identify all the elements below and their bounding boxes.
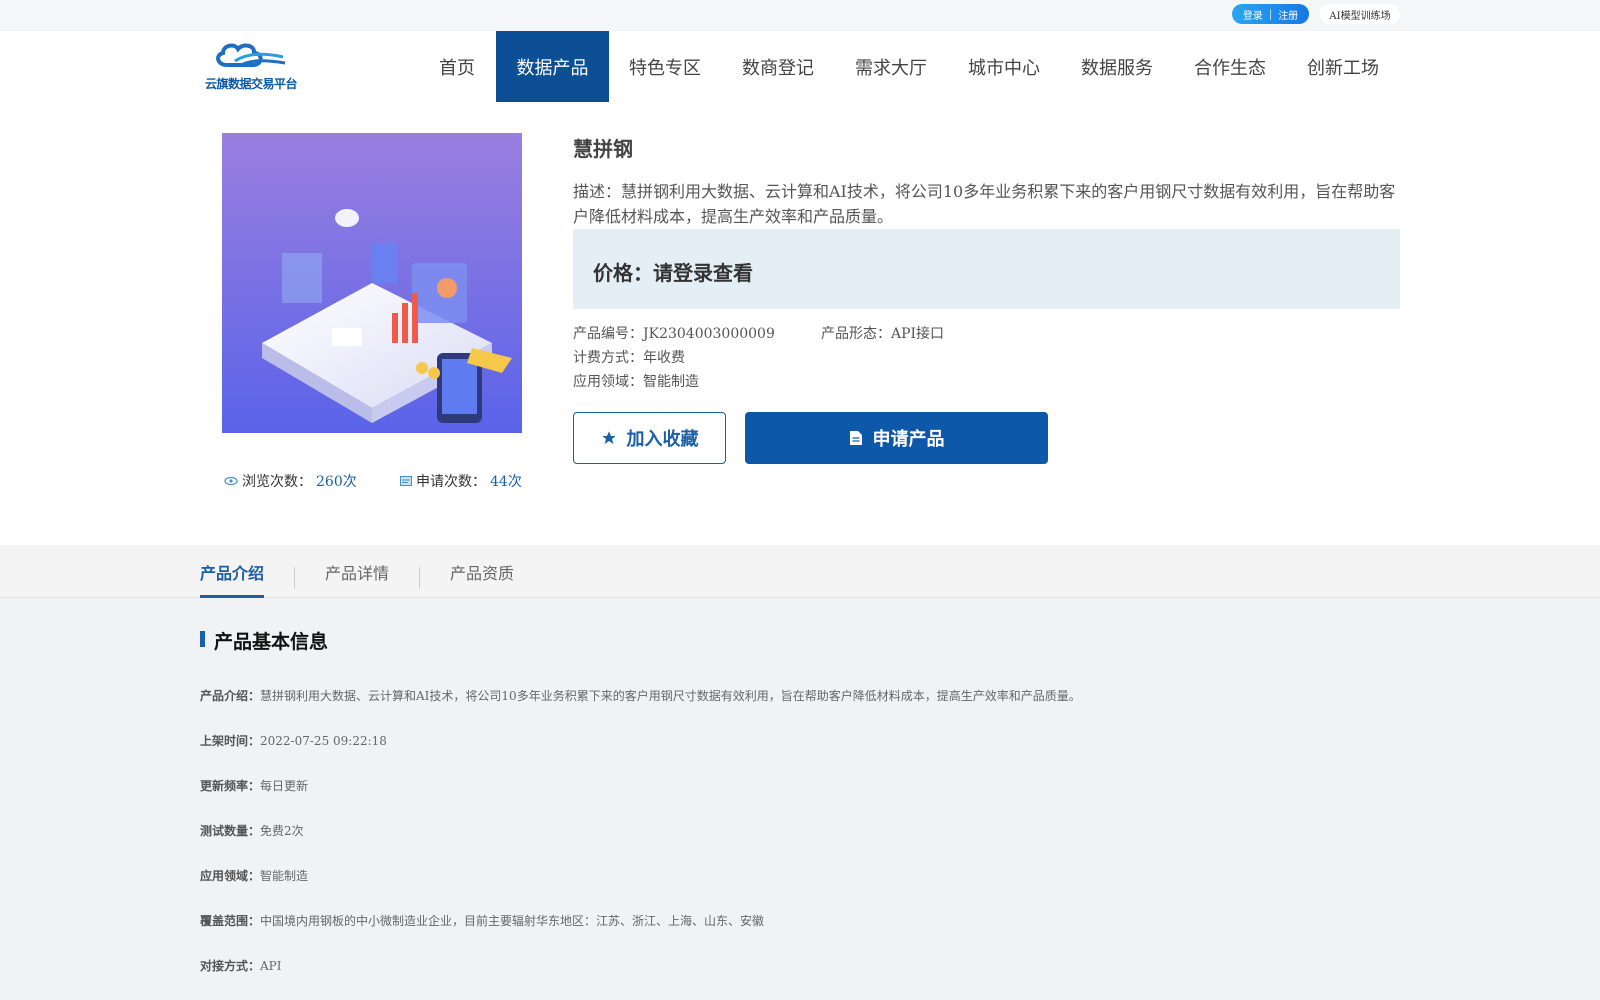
detail-tabs: 产品介绍 产品详情 产品资质 (0, 545, 1600, 598)
file-icon (849, 431, 862, 445)
applies-label: 申请次数： (416, 474, 486, 490)
section-title: 产品基本信息 (200, 627, 328, 654)
nav-merchant-registration[interactable]: 数商登记 (730, 31, 826, 102)
ai-training-link[interactable]: AI模型训练场 (1320, 4, 1400, 24)
logo-text: 云旗数据交易平台 (205, 77, 298, 91)
site-logo[interactable]: 云旗数据交易平台 (205, 39, 305, 95)
billing-method: 计费方式：年收费 (573, 350, 685, 366)
info-label: 更新频率： (200, 779, 261, 793)
product-image (222, 133, 522, 433)
info-value: 智能制造 (260, 869, 309, 883)
auth-pill: 登录 | 注册 (1232, 4, 1309, 24)
nav-demand-hall[interactable]: 需求大厅 (843, 31, 939, 102)
product-title: 慧拼钢 (573, 137, 633, 161)
info-value: 2022-07-25 09:22:18 (260, 734, 387, 748)
info-row: 对接方式：API (200, 957, 282, 974)
info-label: 覆盖范围： (200, 914, 261, 928)
apply-product-button[interactable]: 申请产品 (745, 412, 1048, 464)
nav-data-products[interactable]: 数据产品 (496, 31, 609, 102)
tab-product-qualifications[interactable]: 产品资质 (450, 545, 514, 598)
add-to-favorites-button[interactable]: 加入收藏 (573, 412, 726, 464)
info-row: 覆盖范围：中国境内用钢板的中小微制造业企业，目前主要辐射华东地区：江苏、浙江、上… (200, 912, 764, 929)
nav-home[interactable]: 首页 (425, 31, 489, 102)
product-form: 产品形态：API接口 (821, 326, 945, 342)
top-utility-bar: 登录 | 注册 AI模型训练场 (0, 0, 1600, 31)
views-value: 260次 (316, 474, 357, 490)
tab-divider (419, 567, 420, 589)
info-label: 对接方式： (200, 959, 261, 973)
info-row: 测试数量：免费2次 (200, 822, 304, 839)
info-value: 中国境内用钢板的中小微制造业企业，目前主要辐射华东地区：江苏、浙江、上海、山东、… (260, 914, 765, 928)
views-stat: 浏览次数： 260次 (224, 471, 357, 491)
star-icon (601, 431, 616, 444)
main-header: 云旗数据交易平台 首页 数据产品 特色专区 数商登记 需求大厅 城市中心 数据服… (0, 31, 1600, 102)
info-row: 产品介绍：慧拼钢利用大数据、云计算和AI技术，将公司10多年业务积累下来的客户用… (200, 687, 1081, 704)
login-link[interactable]: 登录 (1243, 7, 1263, 22)
register-link[interactable]: 注册 (1278, 7, 1298, 22)
info-value: 免费2次 (260, 824, 304, 838)
info-label: 产品介绍： (200, 689, 261, 703)
price-text: 价格：请登录查看 (593, 261, 753, 285)
price-box: 价格：请登录查看 (573, 229, 1400, 309)
auth-separator: | (1268, 8, 1273, 20)
cloud-logo-icon (216, 43, 286, 68)
tab-product-intro[interactable]: 产品介绍 (200, 545, 265, 598)
info-value: 每日更新 (260, 779, 309, 793)
info-row: 上架时间：2022-07-25 09:22:18 (200, 732, 387, 749)
nav-data-services[interactable]: 数据服务 (1069, 31, 1165, 102)
nav-featured[interactable]: 特色专区 (617, 31, 713, 102)
product-description: 描述：慧拼钢利用大数据、云计算和AI技术，将公司10多年业务积累下来的客户用钢尺… (573, 182, 1396, 226)
document-icon (400, 476, 412, 486)
applies-value: 44次 (490, 474, 522, 490)
info-label: 上架时间： (200, 734, 261, 748)
info-row: 更新频率：每日更新 (200, 777, 308, 794)
nav-city-center[interactable]: 城市中心 (956, 31, 1052, 102)
tab-product-details[interactable]: 产品详情 (325, 545, 389, 598)
application-field: 应用领域：智能制造 (573, 374, 699, 390)
info-label: 应用领域： (200, 869, 261, 883)
applies-stat: 申请次数： 44次 (400, 471, 522, 491)
eye-icon (224, 476, 238, 486)
info-row: 应用领域：智能制造 (200, 867, 308, 884)
info-value: 慧拼钢利用大数据、云计算和AI技术，将公司10多年业务积累下来的客户用钢尺寸数据… (260, 689, 1081, 703)
tab-divider (294, 567, 295, 589)
product-summary: 浏览次数： 260次 申请次数： 44次 慧拼钢 描述：慧拼钢利用大数据、云计算和A… (0, 102, 1600, 545)
info-label: 测试数量： (200, 824, 261, 838)
nav-innovation-workshop[interactable]: 创新工场 (1295, 31, 1391, 102)
product-code: 产品编号：JK2304003000009 (573, 326, 775, 342)
apply-product-label: 申请产品 (872, 429, 945, 450)
nav-partner-ecosystem[interactable]: 合作生态 (1182, 31, 1278, 102)
info-value: API (260, 959, 282, 973)
views-label: 浏览次数： (242, 474, 312, 490)
add-to-favorites-label: 加入收藏 (626, 429, 699, 450)
